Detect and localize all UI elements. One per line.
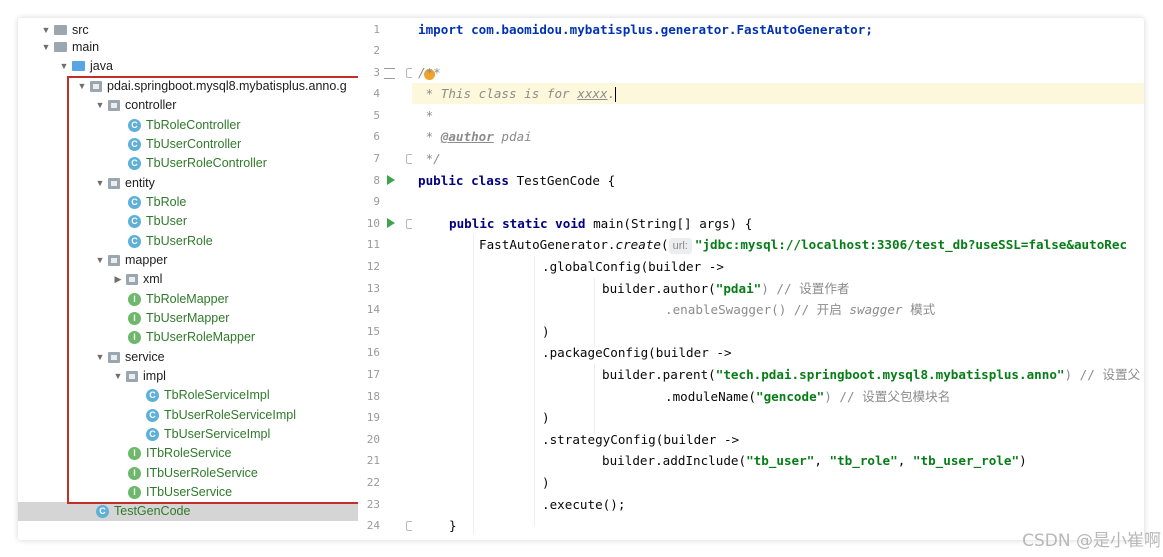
code-line-17: builder.parent("tech.pdai.springboot.mys… (602, 367, 1141, 382)
run-icon[interactable] (387, 175, 395, 185)
code-line-6: * @author pdai (418, 129, 532, 144)
text-caret (615, 87, 617, 102)
editor-gutter: 1 2 3 4 5 6 7 8 9 10 11 12 13 14 15 16 1… (358, 18, 415, 540)
line-number: 10 (366, 217, 380, 230)
code-line-8: public class TestGenCode { (418, 173, 616, 188)
indent-guide (594, 364, 595, 434)
line-number: 21 (366, 454, 380, 467)
chevron-down-icon[interactable]: ▼ (40, 38, 52, 57)
code-line-16: .packageConfig(builder -> (542, 345, 732, 360)
run-icon[interactable] (387, 218, 395, 228)
line-number: 15 (366, 325, 380, 338)
line-number: 3 (373, 66, 380, 79)
parameter-hint: url: (668, 238, 692, 254)
code-line-7: */ (418, 151, 441, 166)
watermark: CSDN @是小崔啊 (1022, 531, 1161, 551)
code-line-3: /** (418, 65, 441, 80)
project-tree: ▼ src ▼ main ▼ java ▼ pdai.springboot.mysql8… (18, 18, 359, 540)
tree-item-java[interactable]: ▼ java (58, 57, 113, 76)
code-line-1: import com.baomidou.mybatisplus.generato… (418, 22, 873, 37)
tree-item-testgencode[interactable]: C TestGenCode (94, 502, 190, 521)
line-number: 8 (373, 174, 380, 187)
code-line-24: } (449, 518, 457, 533)
code-line-12: .globalConfig(builder -> (542, 259, 724, 274)
indent-guide (473, 234, 474, 534)
line-number: 23 (366, 498, 380, 511)
code-line-15: ) (542, 324, 550, 339)
code-editor[interactable]: import com.baomidou.mybatisplus.generato… (412, 18, 1144, 540)
line-number: 4 (373, 87, 380, 100)
code-line-4: * This class is for xxxx. (418, 86, 617, 102)
chevron-down-icon[interactable]: ▼ (58, 57, 70, 76)
line-number: 13 (366, 282, 380, 295)
code-line-10: public static void main(String[] args) { (449, 216, 753, 231)
indent-guide (594, 278, 595, 348)
code-line-18: .moduleName("gencode") // 设置父包模块名 (665, 389, 951, 404)
line-number: 16 (366, 346, 380, 359)
line-number: 11 (366, 238, 380, 251)
code-line-5: * (418, 108, 434, 123)
code-line-21: builder.addInclude("tb_user", "tb_role",… (602, 453, 1027, 468)
code-line-14: .enableSwagger() // 开启 swagger 模式 (665, 302, 936, 317)
line-number: 22 (366, 476, 380, 489)
highlight-box (67, 76, 358, 504)
folder-icon (54, 42, 67, 52)
line-number: 12 (366, 260, 380, 273)
line-number: 9 (373, 195, 380, 208)
code-line-19: ) (542, 410, 550, 425)
line-number: 24 (366, 519, 380, 532)
code-line-13: builder.author("pdai") // 设置作者 (602, 281, 850, 296)
line-number: 17 (366, 368, 380, 381)
line-number: 6 (373, 130, 380, 143)
tree-item-main[interactable]: ▼ main (40, 38, 100, 57)
structure-icon[interactable] (384, 68, 395, 79)
code-line-23: .execute(); (542, 497, 626, 512)
folder-icon (54, 25, 67, 35)
line-number: 19 (366, 411, 380, 424)
class-icon: C (96, 505, 109, 518)
line-number: 7 (373, 152, 380, 165)
line-number: 20 (366, 433, 380, 446)
code-line-11: FastAutoGenerator.create(url: "jdbc:mysql… (479, 237, 1128, 254)
code-line-20: .strategyConfig(builder -> (542, 432, 740, 447)
code-line-22: ) (542, 475, 550, 490)
ide-window: ▼ src ▼ main ▼ java ▼ pdai.springboot.mysql8… (18, 18, 1144, 540)
line-number: 2 (373, 44, 380, 57)
line-number: 18 (366, 390, 380, 403)
line-number: 1 (373, 23, 380, 36)
source-folder-icon (72, 61, 85, 71)
line-number: 14 (366, 303, 380, 316)
indent-guide (534, 256, 535, 526)
line-number: 5 (373, 109, 380, 122)
